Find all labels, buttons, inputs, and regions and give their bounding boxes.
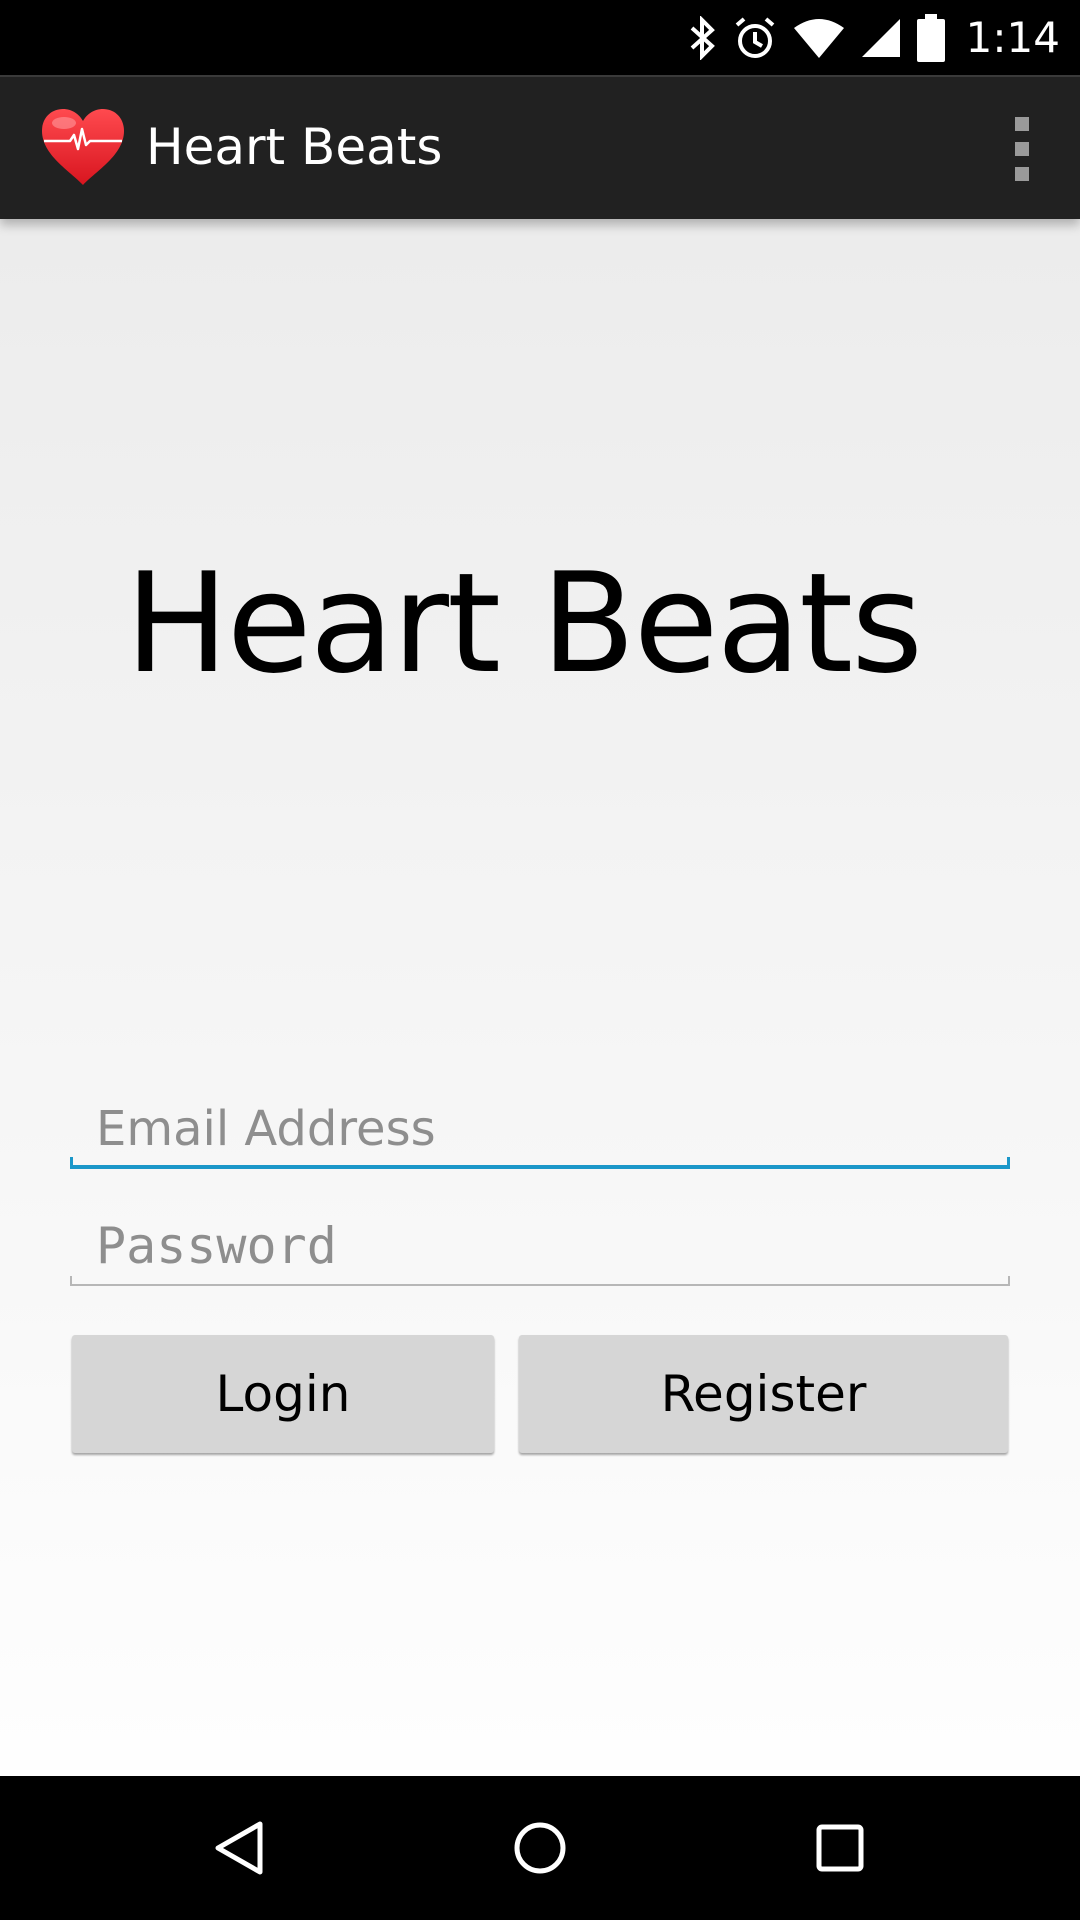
password-underline <box>70 1276 1010 1286</box>
more-vert-icon <box>1015 117 1029 131</box>
hero-title: Heart Beats <box>125 543 923 704</box>
home-icon <box>514 1822 566 1874</box>
signal-icon <box>861 18 900 57</box>
back-button[interactable] <box>204 1812 276 1884</box>
overflow-menu-button[interactable] <box>1002 117 1042 181</box>
login-button[interactable]: Login <box>72 1335 494 1453</box>
email-underline <box>70 1157 1010 1169</box>
battery-icon <box>916 13 945 62</box>
app-title: Heart Beats <box>146 118 443 176</box>
status-icons: 1:14 <box>688 0 1060 75</box>
recents-icon <box>816 1824 864 1872</box>
password-input[interactable] <box>70 1206 1010 1286</box>
password-field[interactable] <box>70 1206 1010 1286</box>
alarm-icon <box>735 16 774 58</box>
back-icon <box>215 1821 263 1875</box>
home-button[interactable] <box>504 1812 576 1884</box>
recents-button[interactable] <box>804 1812 876 1884</box>
navigation-bar <box>0 1776 1080 1920</box>
bluetooth-icon <box>690 15 715 60</box>
login-screen: Heart Beats Login Register <box>0 219 1080 1776</box>
status-bar: 1:14 <box>0 0 1080 75</box>
more-vert-icon <box>1015 167 1029 181</box>
register-button[interactable]: Register <box>519 1335 1008 1453</box>
email-field[interactable] <box>70 1089 1010 1169</box>
action-bar: Heart Beats <box>0 75 1080 219</box>
heart-pulse-icon[interactable] <box>40 107 126 187</box>
more-vert-icon <box>1015 142 1029 156</box>
wifi-icon <box>793 18 844 58</box>
status-time: 1:14 <box>965 13 1060 62</box>
